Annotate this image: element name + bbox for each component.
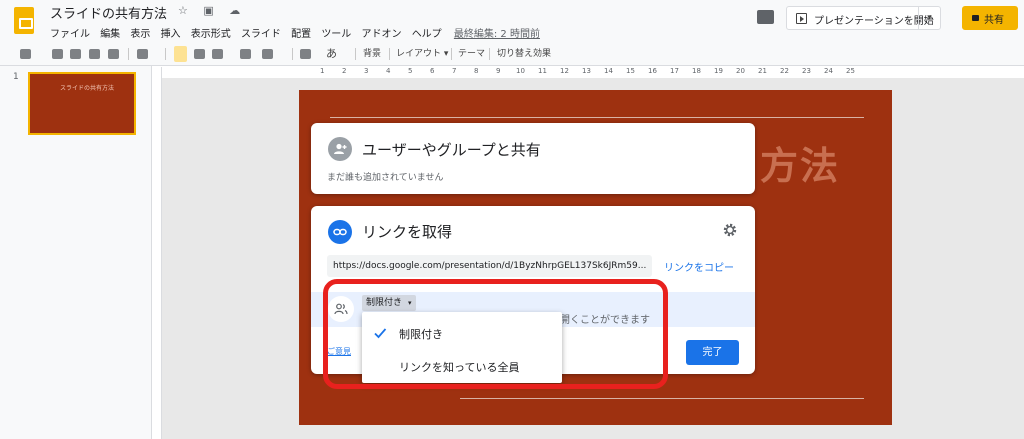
ruler-tick: 12 [560, 67, 569, 75]
get-link-title: リンクを取得 [362, 223, 453, 241]
copy-link-button[interactable]: リンクをコピー [664, 259, 734, 274]
share-people-title: ユーザーやグループと共有 [362, 141, 541, 159]
toolbar-divider [292, 48, 293, 60]
image-icon[interactable] [212, 49, 223, 59]
slide-decoration-line [460, 398, 864, 399]
ruler-tick: 14 [604, 67, 613, 75]
toolbar-divider [128, 48, 129, 60]
paint-format-icon[interactable] [108, 49, 119, 59]
undo-icon[interactable] [52, 49, 63, 59]
menu-view[interactable]: 表示 [130, 29, 150, 40]
menu-bar: ファイル 編集 表示 挿入 表示形式 スライド 配置 ツール アドオン ヘルプ … [50, 25, 547, 40]
ruler-tick: 19 [714, 67, 723, 75]
vertical-ruler [152, 67, 162, 439]
ruler-tick: 16 [648, 67, 657, 75]
ruler-tick: 2 [342, 67, 347, 75]
app-header: スライドの共有方法 ☆ ▣ ☁ ファイル 編集 表示 挿入 表示形式 スライド … [0, 0, 1024, 42]
slide-number: 1 [13, 72, 19, 82]
slides-logo-icon[interactable] [14, 7, 34, 34]
ruler-tick: 9 [496, 67, 501, 75]
layout-button[interactable]: レイアウト ▾ [396, 47, 448, 61]
annotation-highlight [323, 279, 668, 389]
redo-icon[interactable] [70, 49, 81, 59]
toolbar-divider [355, 48, 356, 60]
lock-icon [972, 15, 979, 21]
theme-button[interactable]: テーマ [458, 47, 485, 61]
line-icon[interactable] [262, 49, 273, 59]
toolbar-divider [451, 48, 452, 60]
ruler-tick: 25 [846, 67, 855, 75]
thumbnail-title: スライドの共有方法 [60, 85, 115, 92]
text-box-icon[interactable] [194, 49, 205, 59]
slide-decoration-line [330, 117, 864, 118]
background-button[interactable]: 背景 [363, 47, 381, 61]
share-label: 共有 [984, 15, 1004, 26]
ruler-tick: 24 [824, 67, 833, 75]
toolbar-divider [389, 48, 390, 60]
ruler-tick: 13 [582, 67, 591, 75]
select-tool-icon[interactable] [174, 46, 187, 62]
ruler-tick: 22 [780, 67, 789, 75]
ruler-tick: 20 [736, 67, 745, 75]
toolbar: あ 背景 レイアウト ▾ テーマ 切り替え効果 [0, 42, 1024, 66]
ruler-tick: 8 [474, 67, 479, 75]
slide-thumbnail[interactable] [28, 72, 136, 135]
ruler-tick: 23 [802, 67, 811, 75]
present-dropdown-icon[interactable]: ▾ [918, 7, 940, 29]
menu-arrange[interactable]: 配置 [291, 29, 311, 40]
ruler-tick: 17 [670, 67, 679, 75]
document-title[interactable]: スライドの共有方法 [50, 3, 167, 22]
toolbar-divider [165, 48, 166, 60]
add-person-icon [328, 137, 352, 161]
present-icon [796, 13, 807, 24]
last-edit-link[interactable]: 最終編集: 2 時間前 [454, 29, 540, 40]
horizontal-ruler: 1 2 3 4 5 6 7 8 9 10 11 12 13 14 15 16 1… [290, 67, 890, 78]
ruler-tick: 5 [408, 67, 413, 75]
menu-format[interactable]: 表示形式 [191, 29, 231, 40]
slide-title[interactable]: 方法 [760, 135, 840, 190]
gear-icon[interactable] [722, 222, 738, 238]
done-button[interactable]: 完了 [686, 340, 739, 365]
ruler-tick: 11 [538, 67, 547, 75]
ruler-tick: 6 [430, 67, 435, 75]
print-icon[interactable] [89, 49, 100, 59]
ruler-tick: 7 [452, 67, 457, 75]
shape-icon[interactable] [240, 49, 251, 59]
share-with-people-card: ユーザーやグループと共有 まだ誰も追加されていません [311, 123, 755, 194]
zoom-icon[interactable] [137, 49, 148, 59]
menu-slide[interactable]: スライド [241, 29, 281, 40]
comment-add-icon[interactable] [300, 49, 311, 59]
menu-edit[interactable]: 編集 [100, 29, 120, 40]
star-move-cloud-icons[interactable]: ☆ ▣ ☁ [178, 4, 246, 17]
menu-insert[interactable]: 挿入 [161, 29, 181, 40]
transition-button[interactable]: 切り替え効果 [497, 47, 551, 61]
ruler-tick: 3 [364, 67, 369, 75]
present-button[interactable]: プレゼンテーションを開始 ▾ [786, 6, 941, 30]
ruler-tick: 1 [320, 67, 325, 75]
share-people-subtitle: まだ誰も追加されていません [327, 173, 444, 183]
menu-addons[interactable]: アドオン [362, 29, 402, 40]
ruler-tick: 21 [758, 67, 767, 75]
share-link-url-field[interactable]: https://docs.google.com/presentation/d/1… [327, 255, 652, 277]
menu-file[interactable]: ファイル [50, 29, 90, 40]
link-icon [328, 220, 352, 244]
menu-help[interactable]: ヘルプ [412, 29, 442, 40]
new-slide-icon[interactable] [20, 49, 31, 59]
text-style-icon[interactable]: あ [326, 47, 337, 61]
toolbar-divider [489, 48, 490, 60]
ruler-tick: 10 [516, 67, 525, 75]
share-button[interactable]: 共有 [962, 6, 1018, 30]
menu-tools[interactable]: ツール [321, 29, 351, 40]
ruler-tick: 18 [692, 67, 701, 75]
present-label: プレゼンテーションを開始 [814, 16, 934, 27]
comment-icon[interactable] [757, 10, 774, 24]
ruler-tick: 15 [626, 67, 635, 75]
ruler-tick: 4 [386, 67, 391, 75]
